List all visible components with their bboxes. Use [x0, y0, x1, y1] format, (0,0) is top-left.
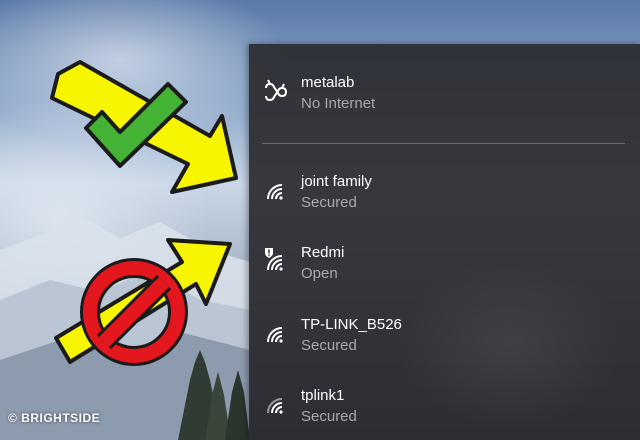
network-divider [262, 143, 625, 144]
network-item-tp-link-b526[interactable]: TP-LINK_B526 Secured [249, 314, 640, 384]
wifi-signal-icon [267, 398, 283, 414]
network-item-tplink1[interactable]: tplink1 Secured [249, 385, 640, 440]
network-name: metalab [301, 74, 355, 91]
network-status: Secured [301, 194, 357, 211]
network-item-joint-family[interactable]: joint family Secured [249, 171, 640, 241]
network-status: Secured [301, 337, 357, 354]
ethernet-icon [265, 79, 288, 102]
brightside-watermark: © BRIGHTSIDE [8, 411, 101, 425]
network-item-redmi[interactable]: Redmi Open [249, 242, 640, 312]
network-status: Open [301, 265, 338, 282]
wifi-signal-icon [267, 327, 283, 343]
network-status: No Internet [301, 95, 376, 112]
network-name: tplink1 [301, 387, 345, 404]
network-name: Redmi [301, 244, 345, 261]
wifi-warning-icon [265, 248, 283, 271]
network-flyout: metalab No Internet joint family Secured… [249, 44, 640, 440]
network-name: TP-LINK_B526 [301, 316, 402, 333]
wifi-signal-icon [267, 184, 283, 200]
network-item-metalab[interactable]: metalab No Internet [249, 72, 640, 142]
network-name: joint family [301, 173, 372, 190]
network-status: Secured [301, 408, 357, 425]
